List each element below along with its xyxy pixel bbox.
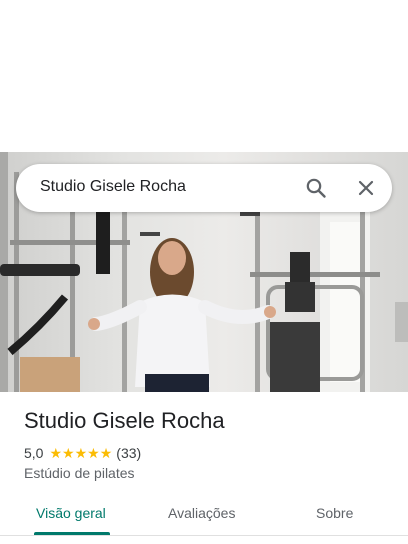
place-title: Studio Gisele Rocha xyxy=(24,408,225,433)
star-icon: ★ xyxy=(49,445,63,461)
tabs-divider xyxy=(0,535,408,536)
star-icon: ★ xyxy=(74,445,88,461)
star-icon: ★ xyxy=(99,445,113,461)
tab-about[interactable]: Sobre xyxy=(316,505,353,521)
rating-row[interactable]: 5,0 ★ ★ ★ ★ ★ (33) xyxy=(24,444,141,462)
search-bar[interactable]: Studio Gisele Rocha xyxy=(16,164,392,212)
close-icon[interactable] xyxy=(354,176,378,200)
tab-reviews[interactable]: Avaliações xyxy=(168,505,235,521)
review-count[interactable]: (33) xyxy=(116,445,141,461)
rating-value: 5,0 xyxy=(24,445,44,461)
place-category[interactable]: Estúdio de pilates xyxy=(24,465,135,481)
star-icon: ★ xyxy=(87,445,100,461)
rating-stars: ★ ★ ★ ★ ★ xyxy=(49,446,112,460)
star-icon: ★ xyxy=(62,445,75,461)
search-icon[interactable] xyxy=(304,176,328,200)
tab-overview[interactable]: Visão geral xyxy=(36,505,106,521)
search-query[interactable]: Studio Gisele Rocha xyxy=(40,178,186,196)
